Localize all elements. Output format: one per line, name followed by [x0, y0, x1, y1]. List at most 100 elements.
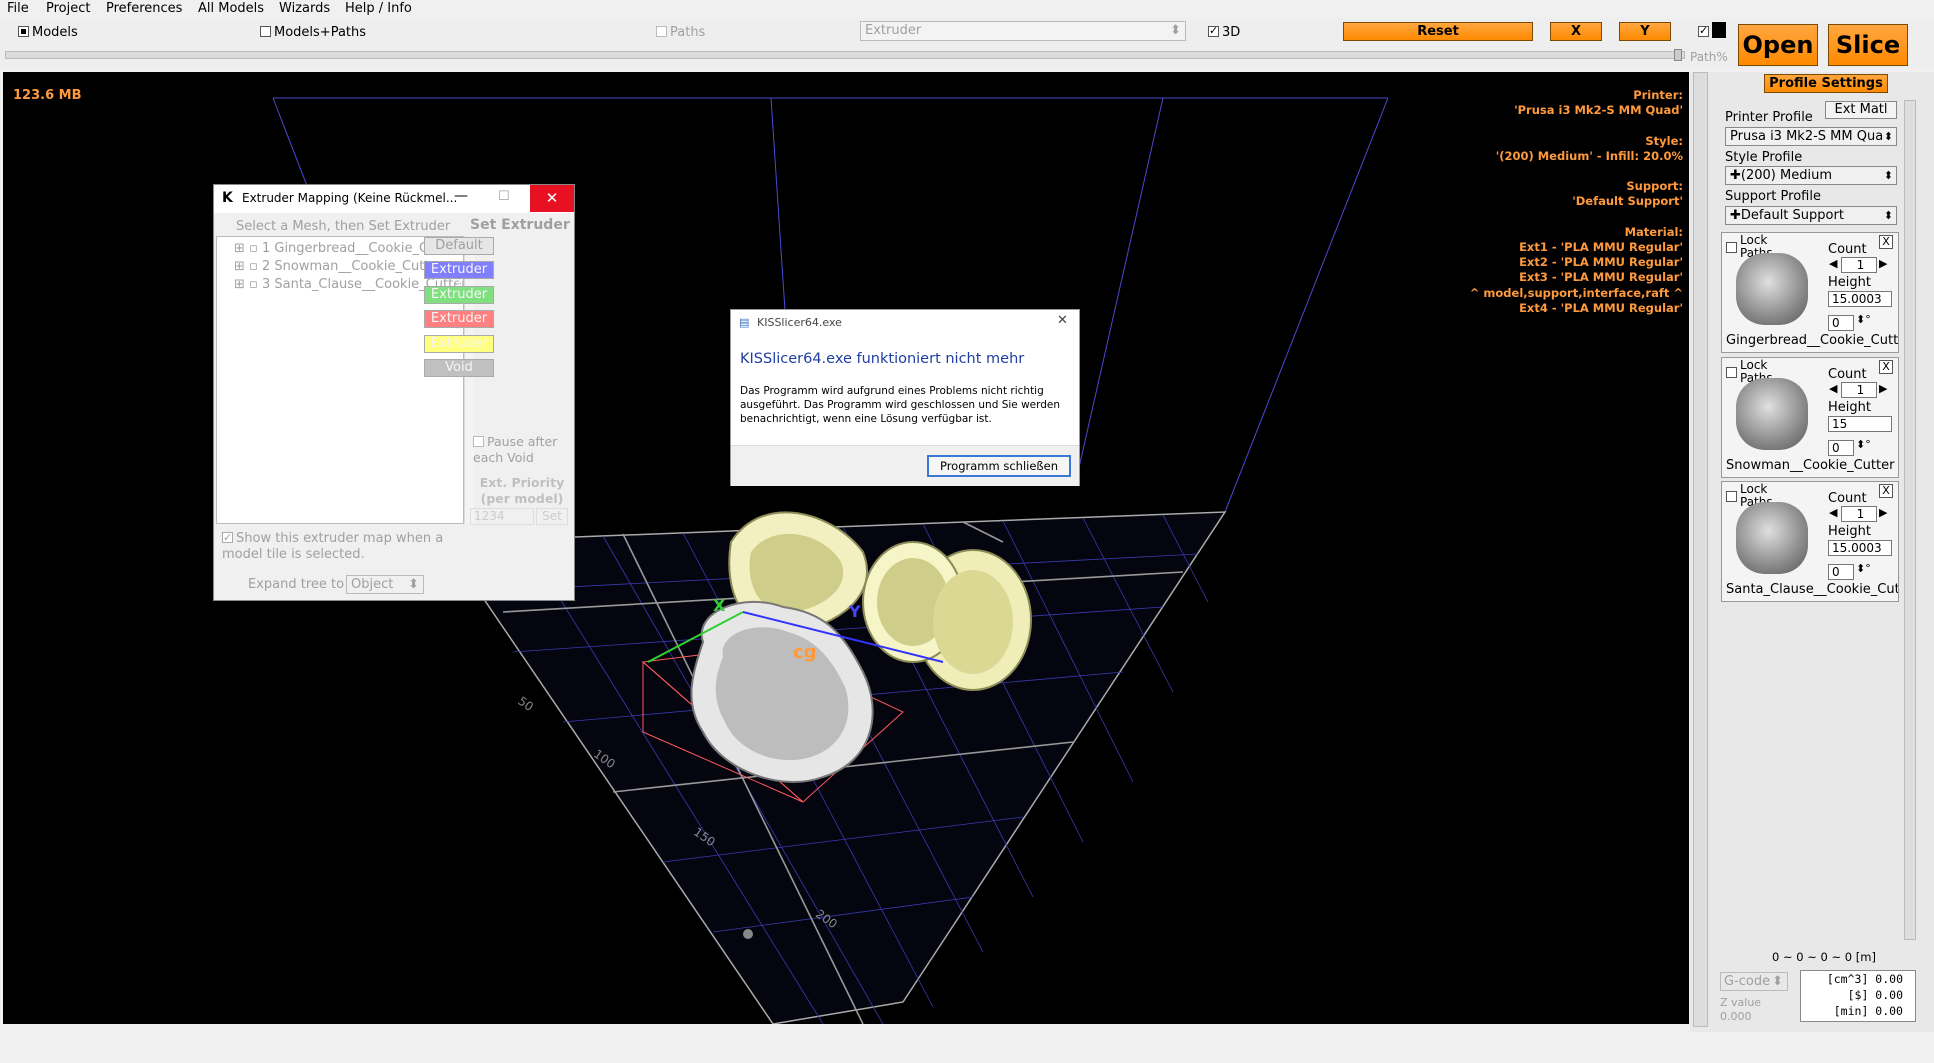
- toolbar: Models Models+Paths Paths Extruder ⬍ 3D R…: [0, 18, 1934, 68]
- reset-button[interactable]: Reset: [1343, 22, 1533, 41]
- rotation-input[interactable]: 0: [1828, 439, 1854, 456]
- increment-icon[interactable]: ▶: [1879, 257, 1887, 270]
- model-name: Gingerbread__Cookie_Cutter: [1726, 333, 1898, 348]
- tree-item-2[interactable]: ⊞ ▫ 2 Snowman__Cookie_Cutter: [234, 259, 443, 274]
- paths-checkbox[interactable]: Paths: [656, 25, 705, 40]
- decrement-icon[interactable]: ◀: [1829, 257, 1837, 270]
- y-button[interactable]: Y: [1619, 22, 1671, 41]
- x-button[interactable]: X: [1550, 22, 1602, 41]
- info-line: Style:: [1645, 133, 1683, 148]
- stats-box: [cm^3] 0.00 [$] 0.00 [min] 0.00: [1800, 970, 1916, 1022]
- info-line: [1470, 210, 1683, 225]
- menu-all-models[interactable]: All Models: [198, 1, 264, 16]
- increment-icon[interactable]: ▶: [1879, 506, 1887, 519]
- path-slider-handle[interactable]: [1674, 49, 1682, 61]
- ext-matl-button[interactable]: Ext Matl: [1825, 101, 1897, 119]
- height-input[interactable]: 15.0003: [1828, 540, 1892, 556]
- extruder-4-button[interactable]: Extruder 4: [424, 334, 494, 367]
- maximize-icon[interactable]: ☐: [498, 189, 510, 204]
- increment-icon[interactable]: ▶: [1879, 382, 1887, 395]
- count-label: Count: [1828, 242, 1867, 257]
- count-label: Count: [1828, 366, 1867, 382]
- panel-scrollbar[interactable]: [1693, 72, 1708, 1027]
- rotation-input[interactable]: 0: [1828, 564, 1854, 580]
- rotation-spinner-icon[interactable]: ⬍°: [1856, 562, 1871, 575]
- pause-after-void-checkbox[interactable]: Pause after each Void: [473, 434, 573, 466]
- count-input[interactable]: 1: [1841, 257, 1877, 273]
- models-radio[interactable]: Models: [18, 25, 78, 40]
- rotation-input[interactable]: 0: [1828, 315, 1854, 331]
- close-icon[interactable]: ✕: [1057, 313, 1068, 328]
- priority-input[interactable]: 1234: [470, 508, 534, 525]
- count-input[interactable]: 1: [1841, 381, 1877, 398]
- layer-checkbox[interactable]: [1698, 24, 1712, 40]
- stat-cost: [$] 0.00: [1847, 988, 1903, 1002]
- menu-file[interactable]: File: [7, 1, 29, 16]
- decrement-icon[interactable]: ◀: [1829, 382, 1837, 395]
- 3d-checkbox[interactable]: 3D: [1208, 24, 1240, 40]
- remove-model-button[interactable]: X: [1879, 484, 1893, 498]
- count-input[interactable]: 1: [1841, 506, 1877, 522]
- height-input[interactable]: 15: [1828, 415, 1892, 432]
- rotation-spinner-icon[interactable]: ⬍°: [1856, 438, 1871, 451]
- remove-model-button[interactable]: X: [1879, 235, 1893, 249]
- axis-x-label: X: [713, 596, 726, 615]
- height-input[interactable]: 15.0003: [1828, 291, 1892, 307]
- close-program-button[interactable]: Programm schließen: [927, 455, 1071, 477]
- expand-tree-select[interactable]: Object ⬍: [346, 575, 424, 594]
- lock-paths-checkbox[interactable]: [1726, 242, 1737, 253]
- crash-dialog-caption: KISSlicer64.exe: [757, 316, 842, 329]
- open-button[interactable]: Open: [1738, 24, 1818, 66]
- panel-right-scrollbar[interactable]: [1904, 100, 1916, 940]
- expand-tree-value: Object: [351, 577, 394, 592]
- close-icon[interactable]: ✕: [530, 185, 574, 212]
- lock-paths-checkbox[interactable]: [1726, 366, 1737, 378]
- path-progress-track[interactable]: [5, 51, 1685, 59]
- decrement-icon[interactable]: ◀: [1829, 506, 1837, 519]
- extruder-3-button[interactable]: Extruder 3: [424, 310, 494, 342]
- checkbox-icon: [1208, 24, 1219, 37]
- minimize-icon[interactable]: —: [454, 188, 468, 204]
- info-line: Ext1 - 'PLA MMU Regular': [1519, 240, 1683, 255]
- gcode-select[interactable]: G-code ⬍: [1720, 972, 1788, 991]
- model-card[interactable]: Lock PathsCountX◀1▶Height15.00030⬍°Santa…: [1721, 481, 1899, 602]
- info-line: Support:: [1626, 179, 1683, 194]
- style-profile-value: (200) Medium: [1740, 168, 1832, 183]
- show-map-checkbox[interactable]: Show this extruder map when a model tile…: [222, 530, 452, 563]
- profile-settings-button[interactable]: Profile Settings: [1764, 74, 1888, 93]
- menu-preferences[interactable]: Preferences: [106, 1, 182, 16]
- support-profile-label: Support Profile: [1725, 189, 1821, 204]
- info-line: Printer:: [1633, 88, 1683, 102]
- printer-profile-select[interactable]: Prusa i3 Mk2-S MM Qua: [1725, 127, 1897, 146]
- stat-time: [min] 0.00: [1833, 1004, 1903, 1018]
- style-profile-select[interactable]: ✚(200) Medium: [1725, 166, 1897, 185]
- info-line: 'Default Support': [1572, 194, 1683, 209]
- support-profile-select[interactable]: ✚Default Support: [1725, 206, 1897, 225]
- model-card[interactable]: Lock Paths Count X ◀ 1 ▶ Height 15 0 ⬍° Snowman__C…: [1721, 356, 1899, 478]
- checkbox-icon: [222, 530, 233, 546]
- checkbox-icon: [260, 26, 271, 37]
- crash-body: Das Programm wird aufgrund eines Problem…: [740, 385, 1061, 425]
- menu-wizards[interactable]: Wizards: [279, 1, 330, 16]
- models-paths-checkbox[interactable]: Models+Paths: [260, 25, 366, 40]
- menu-help[interactable]: Help / Info: [345, 1, 412, 16]
- model-thumbnail: [1736, 253, 1808, 325]
- extruder-select[interactable]: Extruder ⬍: [860, 21, 1186, 41]
- lock-paths-checkbox[interactable]: [1726, 491, 1737, 502]
- checkbox-icon: [656, 26, 667, 37]
- app-icon: K: [222, 190, 233, 206]
- menu-bar: File Project Preferences All Models Wiza…: [0, 0, 1934, 18]
- rotation-spinner-icon[interactable]: ⬍°: [1856, 313, 1871, 326]
- info-line: ^ model,support,interface,raft ^: [1469, 285, 1683, 300]
- extruder-1-button[interactable]: Extruder 1: [424, 261, 494, 293]
- slice-button[interactable]: Slice: [1828, 24, 1908, 66]
- void-button[interactable]: Void: [424, 359, 494, 377]
- model-card[interactable]: Lock PathsCountX◀1▶Height15.00030⬍°Ginge…: [1721, 232, 1899, 353]
- default-button[interactable]: Default: [424, 237, 494, 255]
- remove-model-button[interactable]: X: [1879, 359, 1893, 374]
- priority-set-button[interactable]: Set: [536, 508, 568, 525]
- menu-project[interactable]: Project: [46, 1, 90, 16]
- model-name: Snowman__Cookie_Cutter: [1726, 457, 1895, 473]
- support-profile-value: Default Support: [1740, 208, 1844, 223]
- extruder-2-button[interactable]: Extruder 2: [424, 285, 494, 318]
